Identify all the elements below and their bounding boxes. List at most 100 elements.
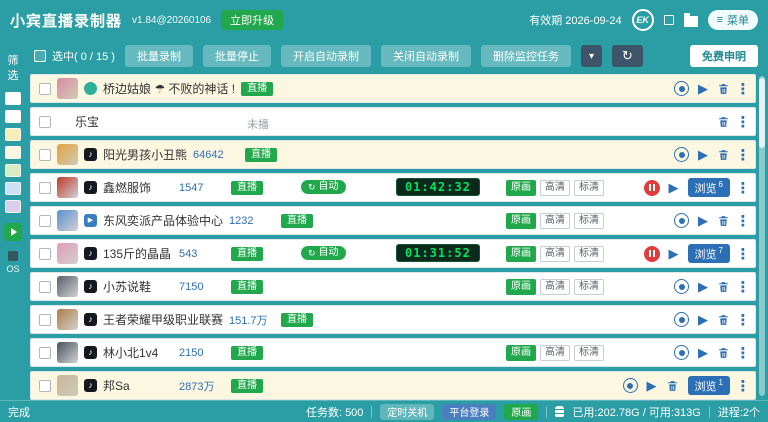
play-button[interactable]: ▶ (698, 213, 708, 229)
row-checkbox[interactable] (39, 215, 51, 227)
maximize-icon[interactable] (664, 15, 674, 25)
filter-swatch[interactable] (5, 110, 21, 123)
sd-quality-badge[interactable]: 标清 (574, 345, 604, 361)
origin-quality-button[interactable]: 原画 (504, 404, 538, 420)
more-button[interactable]: ⋮ (739, 278, 747, 296)
play-button[interactable]: ▶ (698, 345, 708, 361)
play-button[interactable]: ▶ (669, 246, 679, 262)
more-button[interactable]: ⋮ (739, 113, 747, 131)
delete-button[interactable] (717, 313, 730, 327)
hd-quality-badge[interactable]: 高清 (540, 180, 570, 196)
row-checkbox[interactable] (39, 281, 51, 293)
filter-swatch[interactable] (5, 92, 21, 105)
filter-swatch[interactable] (5, 164, 21, 177)
play-button[interactable]: ▶ (669, 180, 679, 196)
sd-quality-badge[interactable]: 标清 (574, 213, 604, 229)
table-row[interactable]: ▶东风奕派产品体验中心1232直播原画高清标清▶⋮ (30, 206, 756, 235)
filter-swatch[interactable] (5, 200, 21, 213)
batch-stop-button[interactable]: 批量停止 (203, 45, 271, 67)
table-row[interactable]: ♪林小北1v42150直播原画高清标清▶⋮ (30, 338, 756, 367)
delete-button[interactable] (717, 82, 730, 96)
more-button[interactable]: ⋮ (739, 344, 747, 362)
table-row[interactable]: ♪鑫燃服饰1547直播↻自动01:42:32原画高清标清▶浏览6⋮ (30, 173, 756, 202)
sd-quality-badge[interactable]: 标清 (574, 180, 604, 196)
hd-quality-badge[interactable]: 高清 (540, 345, 570, 361)
more-button[interactable]: ⋮ (739, 179, 747, 197)
record-button[interactable] (674, 147, 689, 162)
delete-button[interactable] (666, 379, 679, 393)
origin-quality-badge[interactable]: 原画 (506, 246, 536, 262)
filter-tab[interactable]: 筛选 (7, 54, 19, 84)
play-button[interactable]: ▶ (647, 378, 657, 394)
scrollbar-thumb[interactable] (759, 78, 765, 148)
record-logo-button[interactable] (4, 223, 22, 241)
filter-swatch[interactable] (5, 182, 21, 195)
more-button[interactable]: ⋮ (739, 311, 747, 329)
auto-record-on-button[interactable]: 开启自动录制 (281, 45, 371, 67)
stop-record-button[interactable] (644, 180, 660, 196)
sd-quality-badge[interactable]: 标清 (574, 246, 604, 262)
table-row[interactable]: 桥边姑娘 ☂ 不败的神话 !直播▶⋮ (30, 74, 756, 103)
hd-quality-badge[interactable]: 高清 (540, 213, 570, 229)
browse-button[interactable]: 浏览7 (688, 244, 730, 263)
origin-quality-badge[interactable]: 原画 (506, 213, 536, 229)
upgrade-button[interactable]: 立即升级 (221, 10, 283, 30)
more-button[interactable]: ⋮ (739, 80, 747, 98)
record-button[interactable] (674, 81, 689, 96)
more-button[interactable]: ⋮ (739, 377, 747, 395)
row-checkbox[interactable] (39, 248, 51, 260)
delete-button[interactable] (717, 214, 730, 228)
row-checkbox[interactable] (39, 314, 51, 326)
origin-quality-badge[interactable]: 原画 (506, 279, 536, 295)
scrollbar[interactable] (759, 76, 765, 396)
play-button[interactable]: ▶ (698, 312, 708, 328)
delete-button[interactable] (717, 280, 730, 294)
row-checkbox[interactable] (39, 149, 51, 161)
table-row[interactable]: ♪135斤的晶晶543直播↻自动01:31:52原画高清标清▶浏览7⋮ (30, 239, 756, 268)
more-button[interactable]: ⋮ (739, 245, 747, 263)
row-checkbox[interactable] (39, 116, 51, 128)
delete-button[interactable] (717, 115, 730, 129)
select-all-checkbox[interactable]: 选中( 0 / 15 ) (34, 48, 115, 64)
free-notice-button[interactable]: 免费申明 (690, 45, 758, 67)
batch-record-button[interactable]: 批量录制 (125, 45, 193, 67)
row-checkbox[interactable] (39, 83, 51, 95)
hd-quality-badge[interactable]: 高清 (540, 246, 570, 262)
table-row[interactable]: ♪小苏说鞋7150直播原画高清标清▶⋮ (30, 272, 756, 301)
more-button[interactable]: ⋮ (739, 146, 747, 164)
origin-quality-badge[interactable]: 原画 (506, 180, 536, 196)
origin-quality-badge[interactable]: 原画 (506, 345, 536, 361)
record-button[interactable] (674, 279, 689, 294)
table-row[interactable]: ♪阳光男孩小丑熊64642直播▶⋮ (30, 140, 756, 169)
play-button[interactable]: ▶ (698, 279, 708, 295)
browse-button[interactable]: 浏览6 (688, 178, 730, 197)
table-row[interactable]: 乐宝未播⋮ (30, 107, 756, 136)
auto-record-off-button[interactable]: 关闭自动录制 (381, 45, 471, 67)
dropdown-button[interactable]: ▾ (581, 45, 602, 67)
table-row[interactable]: ♪王者荣耀甲级职业联赛151.7万直播▶⋮ (30, 305, 756, 334)
row-checkbox[interactable] (39, 380, 51, 392)
record-button[interactable] (623, 378, 638, 393)
record-button[interactable] (674, 312, 689, 327)
play-button[interactable]: ▶ (698, 147, 708, 163)
record-button[interactable] (674, 345, 689, 360)
table-row[interactable]: ♪邦Sa2873万直播▶浏览1⋮ (30, 371, 756, 400)
menu-button[interactable]: ≡ 菜单 (708, 10, 758, 30)
record-button[interactable] (674, 213, 689, 228)
delete-task-button[interactable]: 删除监控任务 (481, 45, 571, 67)
row-checkbox[interactable] (39, 347, 51, 359)
refresh-button[interactable]: ↻ (612, 45, 643, 67)
filter-swatch[interactable] (5, 128, 21, 141)
stop-record-button[interactable] (644, 246, 660, 262)
play-button[interactable]: ▶ (698, 81, 708, 97)
delete-button[interactable] (717, 346, 730, 360)
scheduled-shutdown-button[interactable]: 定时关机 (380, 404, 434, 420)
row-checkbox[interactable] (39, 182, 51, 194)
sd-quality-badge[interactable]: 标清 (574, 279, 604, 295)
more-button[interactable]: ⋮ (739, 212, 747, 230)
browse-button[interactable]: 浏览1 (688, 376, 730, 395)
hd-quality-badge[interactable]: 高清 (540, 279, 570, 295)
platform-login-button[interactable]: 平台登录 (442, 404, 496, 420)
filter-swatch[interactable] (5, 146, 21, 159)
delete-button[interactable] (717, 148, 730, 162)
